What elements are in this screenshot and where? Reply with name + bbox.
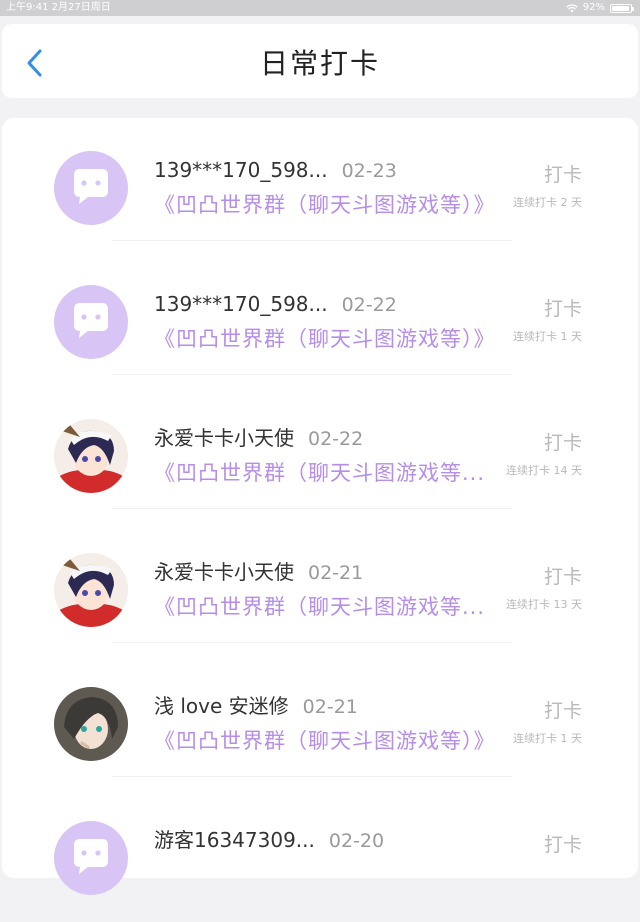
checkin-button[interactable]: 打卡 xyxy=(544,297,582,321)
status-bar: 上午9:41 2月27日周日 92% xyxy=(0,0,640,16)
user-name: 永爱卡卡小天使 xyxy=(154,560,294,584)
user-name: 永爱卡卡小天使 xyxy=(154,426,294,450)
status-right-group: 92% xyxy=(566,0,634,16)
list-item[interactable]: 永爱卡卡小天使 02-22 《凹凸世界群（聊天斗图游戏等... 打卡 连续打卡 1… xyxy=(2,386,638,520)
avatar[interactable] xyxy=(54,419,128,493)
group-name[interactable]: 《凹凸世界群（聊天斗图游戏等... xyxy=(154,592,485,622)
anime-character-avatar-icon xyxy=(54,687,128,761)
divider xyxy=(112,642,512,643)
avatar[interactable] xyxy=(54,151,128,225)
group-name[interactable]: 《凹凸世界群（聊天斗图游戏等）》 xyxy=(154,190,496,220)
checkin-button[interactable]: 打卡 xyxy=(544,431,582,455)
user-name: 游客16347309... xyxy=(154,828,315,852)
wifi-icon xyxy=(566,3,578,12)
group-name[interactable]: 《凹凸世界群（聊天斗图游戏等... xyxy=(154,458,485,488)
user-name: 139***170_598... xyxy=(154,292,328,316)
user-name-line: 139***170_598... 02-22 xyxy=(154,290,397,319)
group-name[interactable]: 《凹凸世界群（聊天斗图游戏等）》 xyxy=(154,324,496,354)
checkin-date: 02-22 xyxy=(308,428,364,450)
list-item[interactable]: 浅 love 安迷修 02-21 《凹凸世界群（聊天斗图游戏等）》 打卡 连续打卡… xyxy=(2,654,638,788)
status-time-date: 上午9:41 2月27日周日 xyxy=(6,2,111,13)
checkin-date: 02-21 xyxy=(302,696,358,718)
checkin-date: 02-23 xyxy=(341,160,397,182)
navigation-bar: 日常打卡 xyxy=(2,24,638,98)
checkin-date: 02-21 xyxy=(308,562,364,584)
checkin-button[interactable]: 打卡 xyxy=(544,565,582,589)
streak-label: 连续打卡 2 天 xyxy=(513,196,582,209)
streak-label: 连续打卡 13 天 xyxy=(506,598,582,611)
list-item[interactable]: 139***170_598... 02-23 《凹凸世界群（聊天斗图游戏等）》 打… xyxy=(2,118,638,252)
checkin-button[interactable]: 打卡 xyxy=(544,163,582,187)
anime-character-avatar-icon xyxy=(54,553,128,627)
divider xyxy=(112,240,512,241)
checkin-button[interactable]: 打卡 xyxy=(544,833,582,857)
user-name: 浅 love 安迷修 xyxy=(154,694,289,718)
user-name-line: 永爱卡卡小天使 02-22 xyxy=(154,424,363,453)
streak-label: 连续打卡 1 天 xyxy=(513,732,582,745)
list-item[interactable]: 永爱卡卡小天使 02-21 《凹凸世界群（聊天斗图游戏等... 打卡 连续打卡 1… xyxy=(2,520,638,654)
avatar[interactable] xyxy=(54,285,128,359)
chat-bubble-avatar-icon xyxy=(74,169,108,204)
streak-label: 连续打卡 14 天 xyxy=(506,464,582,477)
anime-character-avatar-icon xyxy=(54,419,128,493)
page-title: 日常打卡 xyxy=(259,47,380,80)
streak-label: 连续打卡 1 天 xyxy=(513,330,582,343)
divider xyxy=(112,776,512,777)
checkin-date: 02-22 xyxy=(341,294,397,316)
divider xyxy=(112,374,512,375)
group-name[interactable]: 《凹凸世界群（聊天斗图游戏等）》 xyxy=(154,726,496,756)
battery-percent: 92% xyxy=(582,2,605,13)
list-item[interactable]: 游客16347309... 02-20 打卡 xyxy=(2,788,638,922)
battery-icon xyxy=(610,3,634,13)
user-name: 139***170_598... xyxy=(154,158,328,182)
avatar[interactable] xyxy=(54,687,128,761)
user-name-line: 139***170_598... 02-23 xyxy=(154,156,397,185)
checkin-list: 139***170_598... 02-23 《凹凸世界群（聊天斗图游戏等）》 打… xyxy=(2,118,638,895)
user-name-line: 永爱卡卡小天使 02-21 xyxy=(154,558,363,587)
avatar[interactable] xyxy=(54,821,128,895)
list-item[interactable]: 139***170_598... 02-22 《凹凸世界群（聊天斗图游戏等）》 打… xyxy=(2,252,638,386)
checkin-date: 02-20 xyxy=(328,830,385,852)
chat-bubble-avatar-icon xyxy=(74,303,108,338)
chat-bubble-avatar-icon xyxy=(74,839,108,874)
user-name-line: 游客16347309... 02-20 xyxy=(154,826,384,855)
divider xyxy=(112,508,512,509)
avatar[interactable] xyxy=(54,553,128,627)
user-name-line: 浅 love 安迷修 02-21 xyxy=(154,692,358,721)
checkin-button[interactable]: 打卡 xyxy=(544,699,582,723)
